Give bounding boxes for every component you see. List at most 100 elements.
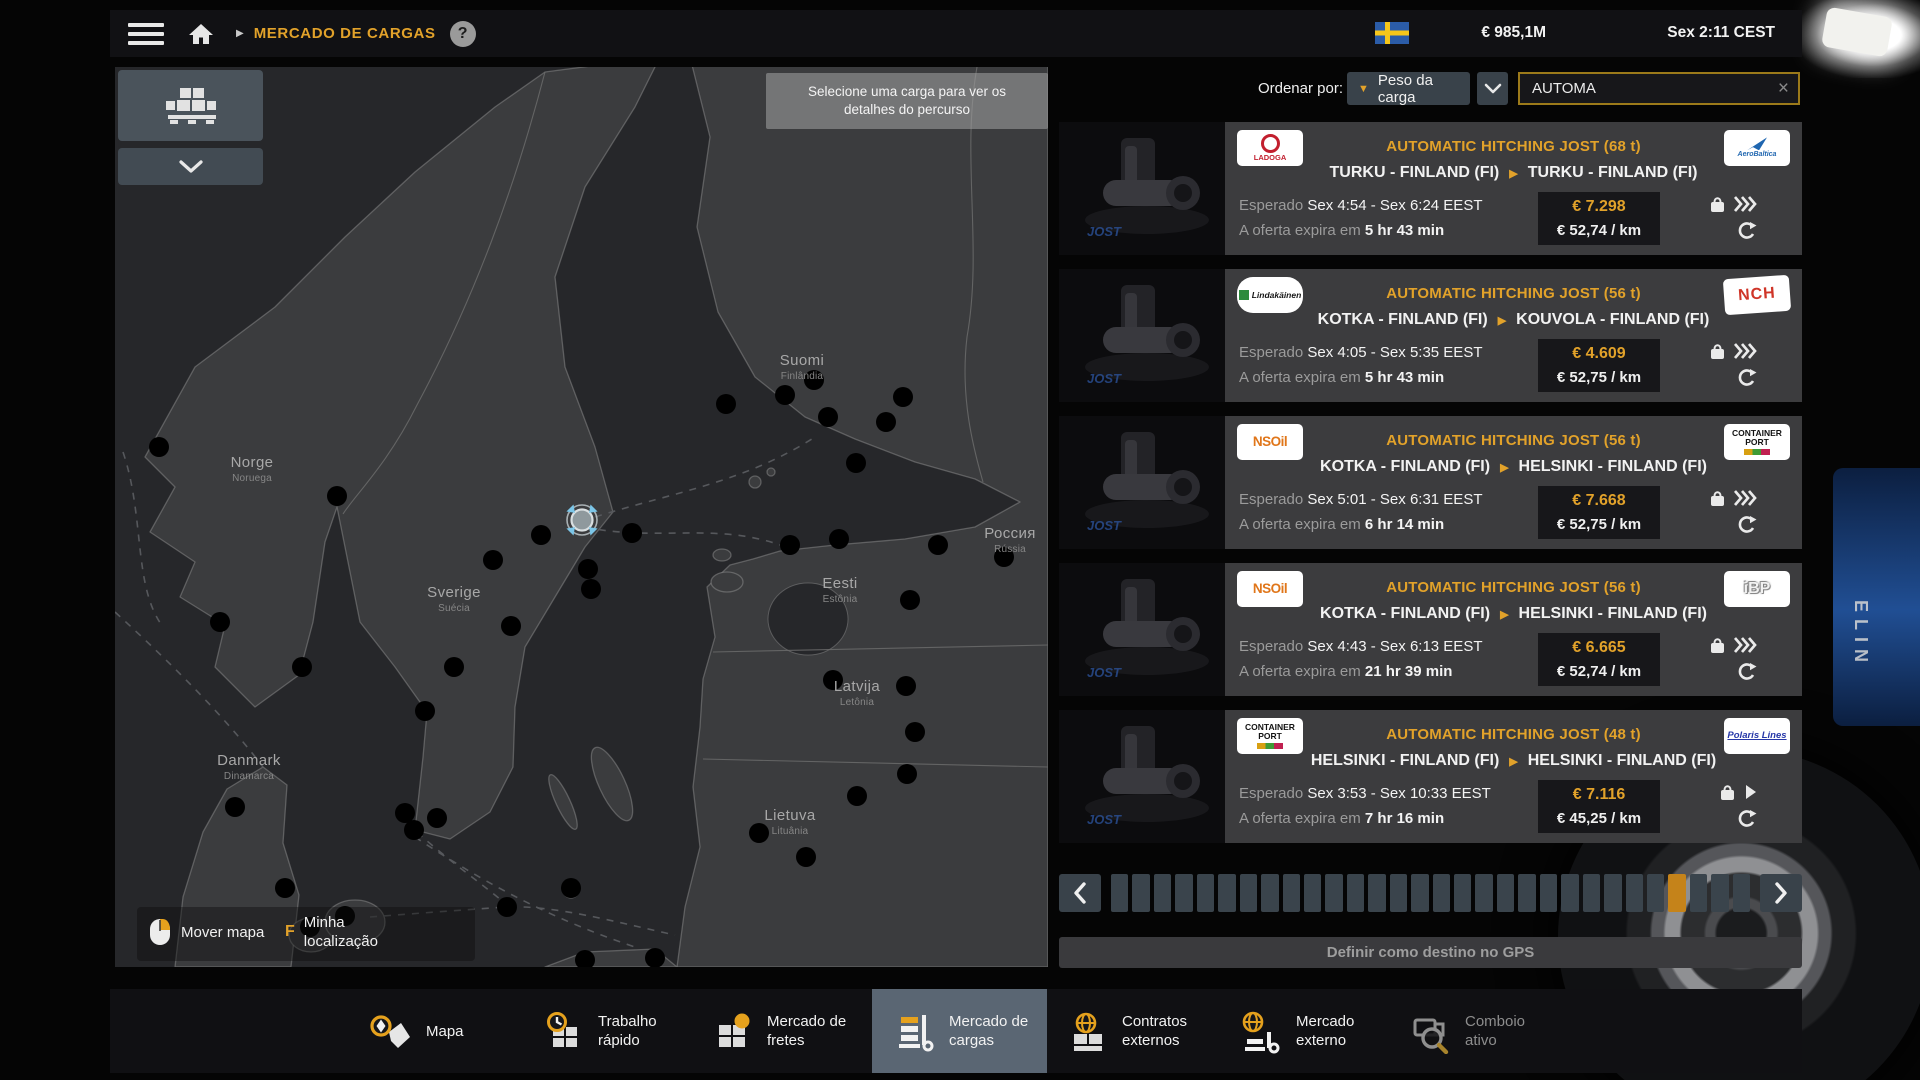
city-dot[interactable] — [427, 808, 447, 828]
city-dot[interactable] — [905, 722, 925, 742]
city-dot[interactable] — [483, 550, 503, 570]
page-segment[interactable] — [1325, 874, 1342, 912]
city-dot[interactable] — [561, 878, 581, 898]
city-dot[interactable] — [928, 535, 948, 555]
page-segment[interactable] — [1433, 874, 1450, 912]
page-segment[interactable] — [1132, 874, 1149, 912]
cargo-offer-card[interactable]: JOST NSOil AUTOMATIC HITCHING JOST (56 t… — [1059, 563, 1802, 696]
page-segment[interactable] — [1240, 874, 1257, 912]
external-market-icon — [1237, 1008, 1283, 1054]
page-segment[interactable] — [1711, 874, 1728, 912]
svg-text:JOST: JOST — [1087, 812, 1122, 827]
city-dot[interactable] — [900, 590, 920, 610]
city-dot[interactable] — [531, 525, 551, 545]
page-segment[interactable] — [1733, 874, 1750, 912]
city-dot[interactable] — [829, 529, 849, 549]
page-segment[interactable] — [1197, 874, 1214, 912]
page-segment[interactable] — [1561, 874, 1578, 912]
page-segment[interactable] — [1475, 874, 1492, 912]
page-segment[interactable] — [1668, 874, 1685, 912]
page-segment[interactable] — [1604, 874, 1621, 912]
clear-search-icon[interactable]: × — [1778, 79, 1789, 98]
city-dot[interactable] — [415, 701, 435, 721]
price-box: € 7.298 € 52,74 / km — [1538, 192, 1660, 245]
city-dot[interactable] — [581, 579, 601, 599]
city-dot[interactable] — [292, 657, 312, 677]
city-dot[interactable] — [847, 786, 867, 806]
page-segment[interactable] — [1111, 874, 1128, 912]
city-dot[interactable] — [275, 878, 295, 898]
city-dot[interactable] — [823, 670, 843, 690]
cargo-offer-card[interactable]: JOST Lindakäinen AUTOMATIC HITCHING JOST… — [1059, 269, 1802, 402]
cargo-route: HELSINKI - FINLAND (FI) ▶ HELSINKI - FIN… — [1225, 752, 1802, 770]
city-dot[interactable] — [876, 412, 896, 432]
page-segment[interactable] — [1261, 874, 1278, 912]
city-dot[interactable] — [149, 437, 169, 457]
city-dot[interactable] — [818, 407, 838, 427]
search-input[interactable] — [1520, 80, 1778, 97]
page-segment[interactable] — [1411, 874, 1428, 912]
cargo-offer-card[interactable]: JOST CONTAINER PORT AUTOMATIC HITCHING J… — [1059, 710, 1802, 843]
page-next-button[interactable] — [1760, 874, 1802, 912]
collapse-button[interactable] — [118, 148, 263, 185]
page-segment[interactable] — [1518, 874, 1535, 912]
city-dot[interactable] — [327, 486, 347, 506]
city-dot[interactable] — [225, 797, 245, 817]
city-dot[interactable] — [622, 523, 642, 543]
page-segment[interactable] — [1540, 874, 1557, 912]
city-dot[interactable] — [578, 559, 598, 579]
page-segment[interactable] — [1175, 874, 1192, 912]
city-dot[interactable] — [395, 803, 415, 823]
city-dot[interactable] — [775, 385, 795, 405]
city-dot[interactable] — [501, 616, 521, 636]
page-segment[interactable] — [1583, 874, 1600, 912]
page-segment[interactable] — [1283, 874, 1300, 912]
city-dot[interactable] — [497, 897, 517, 917]
city-dot[interactable] — [804, 370, 824, 390]
page-segment[interactable] — [1368, 874, 1385, 912]
cargo-offer-card[interactable]: JOST NSOil AUTOMATIC HITCHING JOST (56 t… — [1059, 416, 1802, 549]
headlight-decoration — [1796, 0, 1920, 78]
city-dot[interactable] — [897, 764, 917, 784]
page-segment[interactable] — [1647, 874, 1664, 912]
tab-map[interactable]: Mapa — [367, 989, 464, 1073]
sort-expand-button[interactable] — [1477, 72, 1508, 105]
map[interactable] — [115, 67, 1048, 967]
page-segment[interactable] — [1626, 874, 1643, 912]
page-segment[interactable] — [1390, 874, 1407, 912]
city-dot[interactable] — [716, 394, 736, 414]
city-dot[interactable] — [210, 612, 230, 632]
city-dot[interactable] — [749, 823, 769, 843]
page-segment[interactable] — [1304, 874, 1321, 912]
tab-external-market[interactable]: Mercado externo — [1237, 989, 1354, 1073]
tab-freight-market[interactable]: Mercado de fretes — [708, 989, 846, 1073]
city-dot[interactable] — [780, 535, 800, 555]
cargo-offer-card[interactable]: JOST LADOGA AUTOMATIC HITCHING JOST (68 … — [1059, 122, 1802, 255]
sort-dropdown[interactable]: ▼ Peso da carga — [1347, 72, 1470, 105]
shipper-logo: Lindakäinen — [1237, 277, 1303, 313]
city-dot[interactable] — [404, 820, 424, 840]
city-dot[interactable] — [846, 453, 866, 473]
page-segment[interactable] — [1497, 874, 1514, 912]
page-segment[interactable] — [1690, 874, 1707, 912]
page-segment[interactable] — [1154, 874, 1171, 912]
tab-cargo-market[interactable]: Mercado de cargas — [872, 989, 1047, 1073]
page-segment[interactable] — [1218, 874, 1235, 912]
set-gps-destination-button[interactable]: Definir como destino no GPS — [1059, 937, 1802, 968]
city-dot[interactable] — [444, 657, 464, 677]
price-box: € 4.609 € 52,75 / km — [1538, 339, 1660, 392]
help-icon[interactable]: ? — [450, 21, 476, 47]
tab-external-contracts[interactable]: Contratos externos — [1063, 989, 1187, 1073]
page-segment[interactable] — [1454, 874, 1471, 912]
tab-quick-job[interactable]: Trabalho rápido — [539, 989, 657, 1073]
city-dot[interactable] — [994, 547, 1014, 567]
menu-icon[interactable] — [128, 18, 164, 50]
city-dot[interactable] — [893, 387, 913, 407]
page-segment[interactable] — [1347, 874, 1364, 912]
home-icon[interactable] — [188, 22, 214, 46]
city-dot[interactable] — [896, 676, 916, 696]
shipper-logo: NSOil — [1237, 424, 1303, 460]
city-dot[interactable] — [796, 847, 816, 867]
cargo-display-button[interactable] — [118, 70, 263, 141]
page-previous-button[interactable] — [1059, 874, 1101, 912]
